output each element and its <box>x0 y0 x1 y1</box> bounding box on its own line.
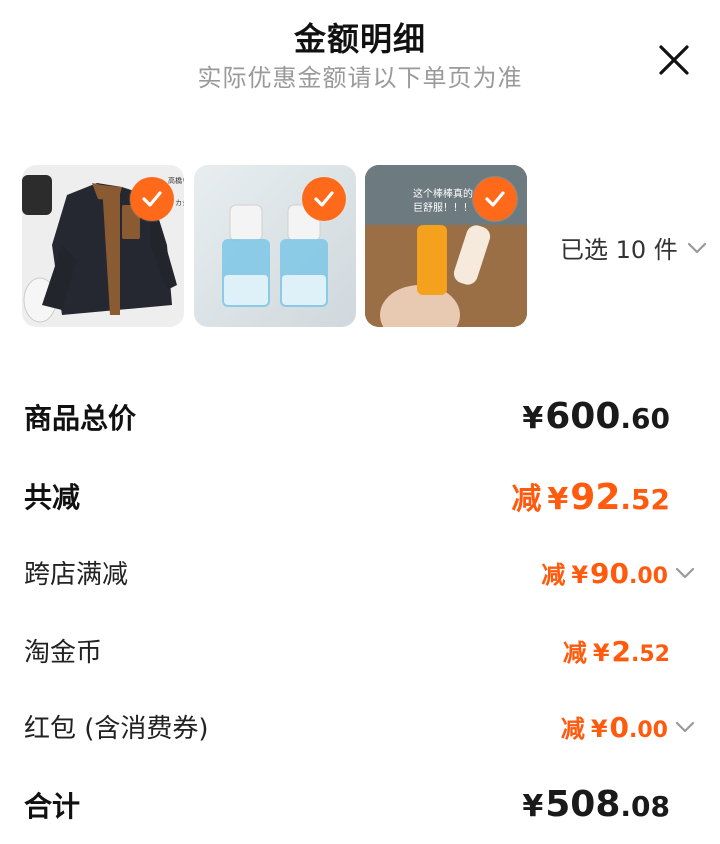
row-subtotal: 商品总价 ¥ 600 .60 <box>24 396 670 437</box>
taojinbi-yen: ¥ <box>592 639 610 667</box>
selected-count-label: 已选 10 件 <box>560 236 678 264</box>
red-packet-amount: 减 ¥ 0 .00 <box>561 709 668 744</box>
row-taojinbi: 淘金币 减 ¥ 2 .52 <box>24 632 670 669</box>
taojinbi-dec: .52 <box>631 642 670 667</box>
lip-oil-overlay-text-1: 这个棒棒真的 <box>413 187 473 200</box>
total-int: 508 <box>545 784 621 825</box>
total-discount-label: 共减 <box>24 481 81 514</box>
red-packet-label: 红包 (含消费券) <box>24 714 209 744</box>
red-packet-prefix: 减 <box>560 715 585 743</box>
chevron-down-icon <box>675 567 695 578</box>
product-thumb-lip-oil[interactable]: 这个棒棒真的 巨舒服！！！ <box>365 165 527 327</box>
cross-store-amount: 减 ¥ 90 .00 <box>541 555 668 590</box>
subtotal-int: 600 <box>545 396 621 437</box>
total-discount-dec: .52 <box>620 483 670 516</box>
cross-store-label: 跨店满减 <box>24 560 129 590</box>
cross-store-int: 90 <box>590 557 630 590</box>
taojinbi-prefix: 减 <box>562 639 587 667</box>
total-discount-int: 92 <box>570 477 621 518</box>
taojinbi-int: 2 <box>611 635 632 668</box>
check-icon <box>142 191 162 207</box>
row-red-packet[interactable]: 红包 (含消费券) 减 ¥ 0 .00 <box>24 708 696 745</box>
chevron-down-icon <box>675 721 695 732</box>
total-discount-yen: ¥ <box>547 482 569 517</box>
check-icon <box>485 191 505 207</box>
red-packet-dec: .00 <box>629 718 668 743</box>
jacket-overlay-text-1: 高橋リカさんの <box>168 176 184 185</box>
total-dec: .08 <box>620 790 670 823</box>
total-discount-prefix: 减 <box>511 482 542 517</box>
sheet-subtitle: 实际优惠金额请以下单页为准 <box>197 64 523 92</box>
product-thumb-jacket[interactable]: 高橋リカさんの ドカジュアル <box>22 165 184 327</box>
taojinbi-label: 淘金币 <box>24 638 103 668</box>
subtotal-label: 商品总价 <box>24 401 137 435</box>
row-total: 合计 ¥ 508 .08 <box>24 784 670 825</box>
check-icon <box>314 191 334 207</box>
selected-badge <box>130 177 174 221</box>
red-packet-int: 0 <box>609 711 630 744</box>
selected-badge <box>302 177 346 221</box>
subtotal-amount: ¥ 600 .60 <box>522 396 670 437</box>
total-discount-amount: 减 ¥ 92 .52 <box>511 474 670 518</box>
total-amount: ¥ 508 .08 <box>522 784 670 825</box>
lip-oil-overlay-text-2: 巨舒服！！！ <box>413 201 473 214</box>
total-yen: ¥ <box>522 789 544 824</box>
cross-store-dec: .00 <box>629 564 668 589</box>
close-button[interactable] <box>652 38 696 82</box>
subtotal-yen: ¥ <box>522 401 544 436</box>
row-cross-store[interactable]: 跨店满减 减 ¥ 90 .00 <box>24 554 696 591</box>
row-total-discount: 共减 减 ¥ 92 .52 <box>24 474 670 518</box>
sheet-title: 金额明细 <box>293 20 426 58</box>
red-packet-yen: ¥ <box>590 715 608 743</box>
taojinbi-amount: 减 ¥ 2 .52 <box>563 633 670 668</box>
close-icon <box>659 45 689 75</box>
selected-count-toggle[interactable]: 已选 10 件 <box>560 230 708 265</box>
cross-store-prefix: 减 <box>541 561 566 589</box>
cross-store-yen: ¥ <box>571 561 589 589</box>
chevron-down-icon <box>687 242 706 253</box>
selected-badge <box>473 177 517 221</box>
amount-details-sheet: 金额明细 实际优惠金额请以下单页为准 高橋リカさんの ドカジュアル <box>0 0 720 844</box>
total-label: 合计 <box>24 789 81 823</box>
subtotal-dec: .60 <box>620 402 670 435</box>
product-thumb-bottles[interactable] <box>194 165 356 327</box>
